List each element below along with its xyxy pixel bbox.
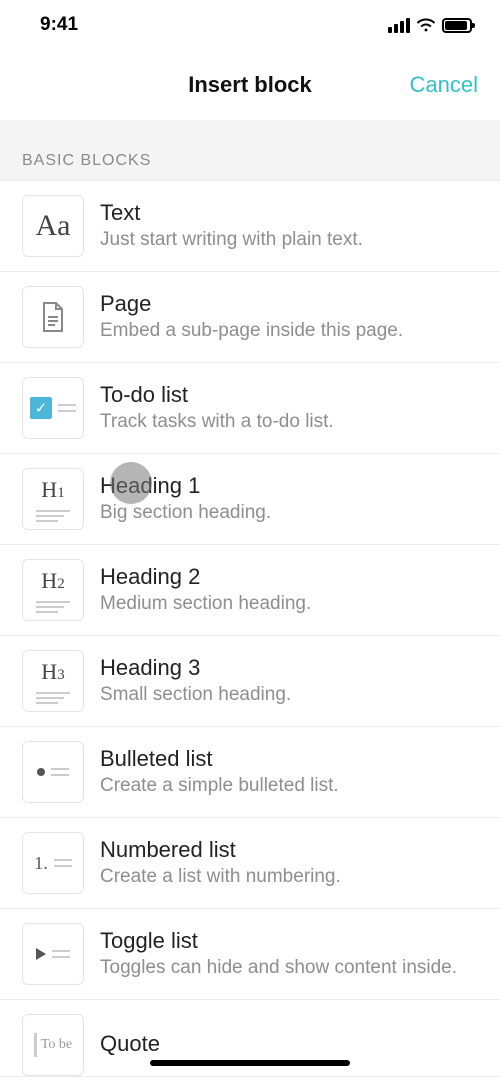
home-indicator (150, 1060, 350, 1066)
cancel-button[interactable]: Cancel (410, 72, 478, 98)
block-desc: Small section heading. (100, 683, 478, 708)
block-desc: Track tasks with a to-do list. (100, 410, 478, 435)
block-toggle[interactable]: Toggle list Toggles can hide and show co… (0, 909, 500, 1000)
block-title: To-do list (100, 382, 478, 408)
quote-icon: To be (22, 1014, 84, 1076)
h2-icon: H2 (22, 559, 84, 621)
status-bar: 9:41 (0, 0, 500, 50)
block-title: Toggle list (100, 928, 478, 954)
todo-icon: ✓ (22, 377, 84, 439)
block-desc: Medium section heading. (100, 592, 478, 617)
bulleted-icon (22, 741, 84, 803)
block-numbered[interactable]: 1. Numbered list Create a list with numb… (0, 818, 500, 909)
block-page[interactable]: Page Embed a sub-page inside this page. (0, 272, 500, 363)
battery-icon (442, 18, 472, 33)
block-h3[interactable]: H3 Heading 3 Small section heading. (0, 636, 500, 727)
block-desc: Create a simple bulleted list. (100, 774, 478, 799)
block-bulleted[interactable]: Bulleted list Create a simple bulleted l… (0, 727, 500, 818)
block-desc: Just start writing with plain text. (100, 228, 478, 253)
block-text[interactable]: Aa Text Just start writing with plain te… (0, 181, 500, 272)
block-title: Page (100, 291, 478, 317)
block-title: Heading 2 (100, 564, 478, 590)
block-title: Text (100, 200, 478, 226)
wifi-icon (416, 18, 436, 32)
block-title: Bulleted list (100, 746, 478, 772)
block-title: Heading 1 (100, 473, 478, 499)
block-title: Heading 3 (100, 655, 478, 681)
page-icon (22, 286, 84, 348)
block-title: Quote (100, 1031, 478, 1057)
text-icon: Aa (22, 195, 84, 257)
h1-icon: H1 (22, 468, 84, 530)
block-desc: Toggles can hide and show content inside… (100, 956, 478, 981)
modal-header: Insert block Cancel (0, 50, 500, 120)
block-desc: Create a list with numbering. (100, 865, 478, 890)
toggle-icon (22, 923, 84, 985)
block-h1[interactable]: H1 Heading 1 Big section heading. (0, 454, 500, 545)
block-todo[interactable]: ✓ To-do list Track tasks with a to-do li… (0, 363, 500, 454)
block-desc: Big section heading. (100, 501, 478, 526)
cellular-icon (388, 18, 410, 33)
block-desc: Embed a sub-page inside this page. (100, 319, 478, 344)
modal-title: Insert block (188, 72, 311, 98)
block-h2[interactable]: H2 Heading 2 Medium section heading. (0, 545, 500, 636)
section-header-basic: BASIC BLOCKS (0, 120, 500, 181)
block-title: Numbered list (100, 837, 478, 863)
status-time: 9:41 (40, 14, 78, 36)
block-list[interactable]: Aa Text Just start writing with plain te… (0, 181, 500, 1077)
status-indicators (388, 18, 472, 33)
h3-icon: H3 (22, 650, 84, 712)
numbered-icon: 1. (22, 832, 84, 894)
